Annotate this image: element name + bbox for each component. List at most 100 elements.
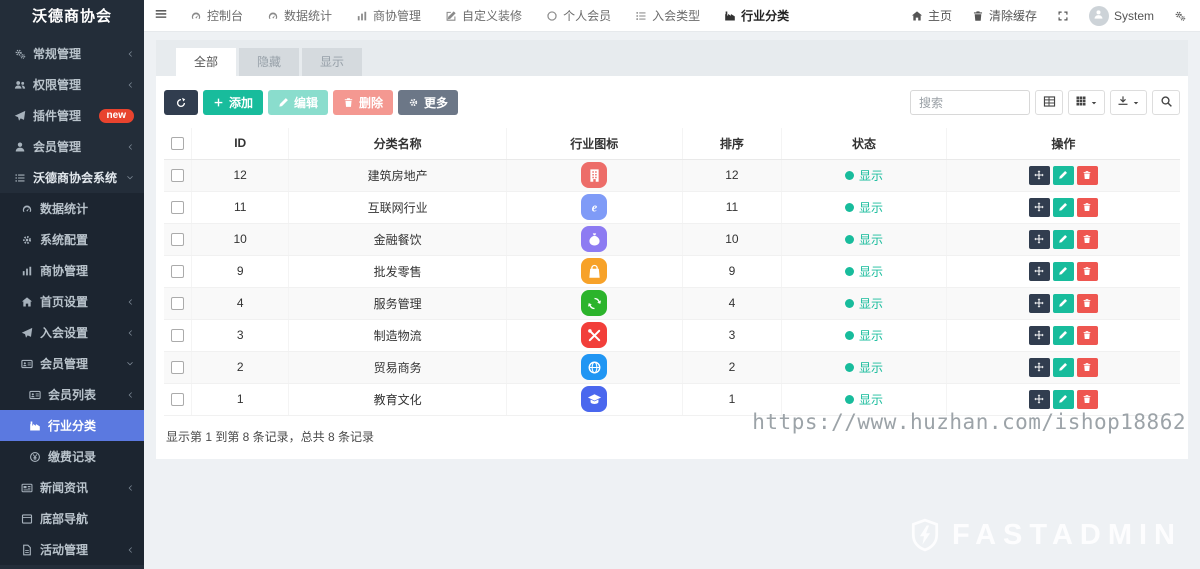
search-input[interactable] xyxy=(910,90,1030,115)
move-button[interactable] xyxy=(1029,326,1050,345)
table-icon xyxy=(1043,95,1056,111)
topnav-tab[interactable]: 自定义装修 xyxy=(433,0,534,31)
fullscreen-button[interactable] xyxy=(1047,0,1079,31)
status-dot-icon xyxy=(845,395,854,404)
filter-tab[interactable]: 隐藏 xyxy=(239,48,299,76)
table-row: 1教育文化1显示 xyxy=(164,383,1180,415)
sidebar-item-plane[interactable]: 插件管理new xyxy=(0,100,144,131)
user-icon xyxy=(13,141,27,153)
row-edit-button[interactable] xyxy=(1053,294,1074,313)
topnav-tab[interactable]: 数据统计 xyxy=(255,0,344,31)
row-checkbox[interactable] xyxy=(171,201,184,214)
filter-tab[interactable]: 全部 xyxy=(176,48,236,76)
sidebar-item-idcard[interactable]: 会员管理 xyxy=(0,348,144,379)
sidebar-item-file[interactable]: 活动管理 xyxy=(0,534,144,565)
factory-icon xyxy=(724,10,736,22)
row-delete-button[interactable] xyxy=(1077,390,1098,409)
sidebar-toggle-button[interactable] xyxy=(144,0,178,31)
export-button[interactable] xyxy=(1110,90,1147,115)
paging-toggle-button[interactable] xyxy=(1035,90,1063,115)
sidebar-item-factory[interactable]: 行业分类 xyxy=(0,410,144,441)
row-delete-button[interactable] xyxy=(1077,166,1098,185)
more-button[interactable]: 更多 xyxy=(398,90,458,115)
columns-button[interactable] xyxy=(1068,90,1105,115)
clear-cache-link[interactable]: 清除缓存 xyxy=(962,0,1047,31)
row-delete-button[interactable] xyxy=(1077,230,1098,249)
sidebar-item-list[interactable]: 沃德商协会系统 xyxy=(0,162,144,193)
sidebar-item-money[interactable]: 缴费记录 xyxy=(0,441,144,472)
content-area: 全部隐藏显示 添加 编辑 删除 更多 xyxy=(144,32,1200,569)
sidebar-item-home[interactable]: 首页设置 xyxy=(0,286,144,317)
select-all-checkbox[interactable] xyxy=(171,137,184,150)
settings-button[interactable] xyxy=(1164,0,1196,31)
move-button[interactable] xyxy=(1029,294,1050,313)
filter-tab[interactable]: 显示 xyxy=(302,48,362,76)
cell-sort: 11 xyxy=(682,191,782,223)
home-icon xyxy=(911,10,923,22)
search-button[interactable] xyxy=(1152,90,1180,115)
topnav-tab[interactable]: 行业分类 xyxy=(712,0,801,31)
app-title: 沃德商协会 xyxy=(0,0,144,34)
row-delete-button[interactable] xyxy=(1077,294,1098,313)
pagination-summary: 显示第 1 到第 8 条记录，总共 8 条记录 xyxy=(164,416,1180,459)
row-checkbox[interactable] xyxy=(171,297,184,310)
table-toolbar: 添加 编辑 删除 更多 xyxy=(164,90,1180,115)
users-icon xyxy=(13,79,27,91)
row-edit-button[interactable] xyxy=(1053,166,1074,185)
cell-id: 2 xyxy=(191,351,289,383)
sidebar-item-cogs[interactable]: 常规管理 xyxy=(0,38,144,69)
move-button[interactable] xyxy=(1029,166,1050,185)
row-edit-button[interactable] xyxy=(1053,262,1074,281)
row-delete-button[interactable] xyxy=(1077,358,1098,377)
topnav-tab[interactable]: 个人会员 xyxy=(534,0,623,31)
sidebar-item-news[interactable]: 新闻资讯 xyxy=(0,472,144,503)
edit-button[interactable]: 编辑 xyxy=(268,90,328,115)
move-button[interactable] xyxy=(1029,390,1050,409)
row-checkbox[interactable] xyxy=(171,361,184,374)
sidebar-item-user[interactable]: 会员管理 xyxy=(0,131,144,162)
row-delete-button[interactable] xyxy=(1077,198,1098,217)
cogs-icon xyxy=(13,48,27,60)
sidebar-item-users[interactable]: 权限管理 xyxy=(0,69,144,100)
row-edit-button[interactable] xyxy=(1053,358,1074,377)
row-edit-button[interactable] xyxy=(1053,390,1074,409)
topnav-tab[interactable]: 商协管理 xyxy=(344,0,433,31)
move-button[interactable] xyxy=(1029,198,1050,217)
sidebar-item-window[interactable]: 底部导航 xyxy=(0,503,144,534)
hamburger-icon xyxy=(154,7,168,24)
topbar-right: 主页 清除缓存 System xyxy=(901,0,1200,31)
row-checkbox[interactable] xyxy=(171,393,184,406)
row-actions xyxy=(1029,294,1098,313)
row-edit-button[interactable] xyxy=(1053,230,1074,249)
row-checkbox[interactable] xyxy=(171,329,184,342)
sidebar-item-gear[interactable]: 系统配置 xyxy=(0,224,144,255)
search-icon xyxy=(1160,95,1173,111)
sidebar-item-chart[interactable]: 商协管理 xyxy=(0,255,144,286)
move-button[interactable] xyxy=(1029,230,1050,249)
sidebar-item-plane[interactable]: 入会设置 xyxy=(0,317,144,348)
row-edit-button[interactable] xyxy=(1053,326,1074,345)
home-link[interactable]: 主页 xyxy=(901,0,962,31)
topnav-tab[interactable]: 入会类型 xyxy=(623,0,712,31)
row-delete-button[interactable] xyxy=(1077,326,1098,345)
topnav-tab[interactable]: 控制台 xyxy=(178,0,255,31)
move-button[interactable] xyxy=(1029,358,1050,377)
sidebar: 沃德商协会 常规管理权限管理插件管理new会员管理沃德商协会系统数据统计系统配置… xyxy=(0,0,144,569)
move-button[interactable] xyxy=(1029,262,1050,281)
row-checkbox[interactable] xyxy=(171,233,184,246)
sidebar-item-gauge[interactable]: 数据统计 xyxy=(0,193,144,224)
row-delete-button[interactable] xyxy=(1077,262,1098,281)
status-badge: 显示 xyxy=(845,167,883,184)
delete-button[interactable]: 删除 xyxy=(333,90,393,115)
row-checkbox[interactable] xyxy=(171,265,184,278)
category-table: ID分类名称行业图标排序状态操作 12建筑房地产12显示11互联网行业e11显示… xyxy=(164,128,1180,416)
refresh-button[interactable] xyxy=(164,90,198,115)
chevron-down-icon xyxy=(126,360,134,368)
user-menu[interactable]: System xyxy=(1079,0,1164,31)
row-edit-button[interactable] xyxy=(1053,198,1074,217)
sidebar-item-idcard[interactable]: 会员列表 xyxy=(0,379,144,410)
row-checkbox[interactable] xyxy=(171,169,184,182)
add-button[interactable]: 添加 xyxy=(203,90,263,115)
industry-bag-icon xyxy=(581,258,607,284)
row-actions xyxy=(1029,390,1098,409)
